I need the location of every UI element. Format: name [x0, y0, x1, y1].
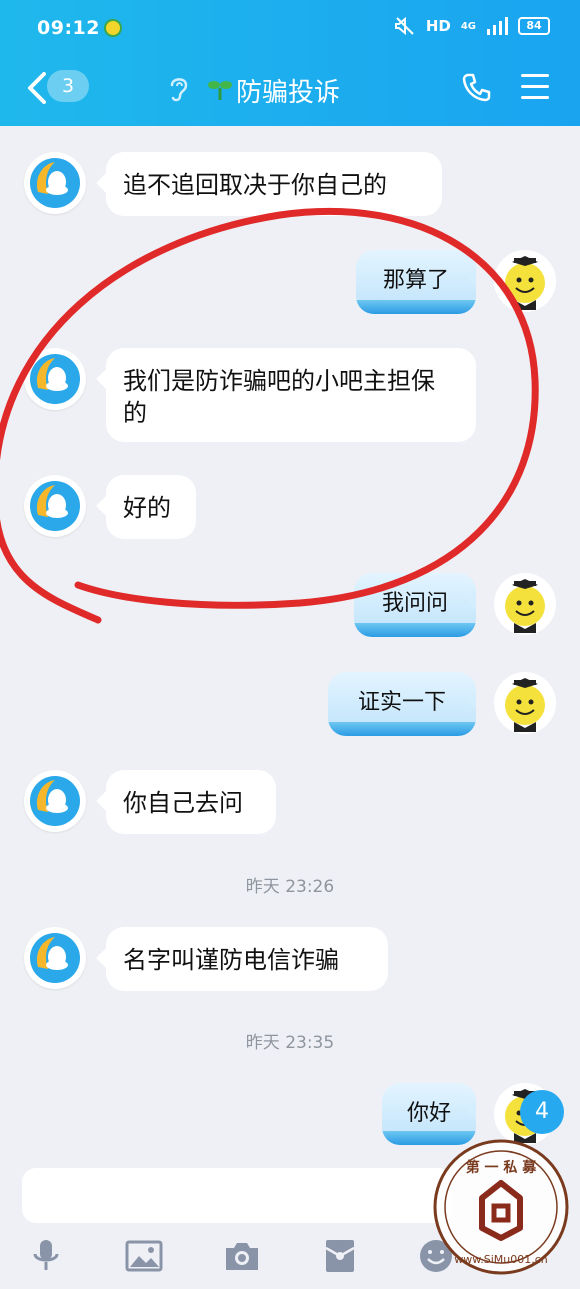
koro-sensei-avatar-icon [505, 678, 545, 732]
message-bubble[interactable]: 追不追回取决于你自己的 [106, 152, 442, 216]
contact-avatar[interactable] [24, 475, 86, 537]
battery-icon: 84 [518, 17, 550, 35]
koro-sensei-avatar-icon [505, 579, 545, 633]
image-icon[interactable] [124, 1236, 164, 1276]
message-bubble[interactable]: 好的 [106, 475, 196, 539]
wave-decoration [328, 722, 476, 736]
message-bubble[interactable]: 证实一下 [328, 672, 476, 736]
red-packet-icon[interactable] [320, 1236, 360, 1276]
menu-icon[interactable] [521, 74, 549, 100]
wave-decoration [354, 623, 476, 637]
signal-icon [487, 17, 508, 35]
message-bubble[interactable]: 我们是防诈骗吧的小吧主担保的 [106, 348, 476, 442]
contact-avatar[interactable] [24, 152, 86, 214]
new-message-badge[interactable]: 4 [520, 1090, 564, 1134]
chat-title: 防骗投诉 [236, 78, 341, 108]
emoji-icon[interactable] [416, 1236, 456, 1276]
qq-avatar-icon [30, 481, 80, 531]
message-text: 我们是防诈骗吧的小吧主担保的 [123, 367, 435, 427]
qq-avatar-icon [30, 933, 80, 983]
message-timestamp: 昨天 23:26 [245, 877, 335, 897]
koro-sensei-avatar-icon [505, 256, 545, 310]
signal-label: 4G [460, 20, 476, 32]
message-text: 名字叫谨防电信诈骗 [123, 946, 339, 974]
contact-avatar[interactable] [24, 770, 86, 832]
my-avatar[interactable] [494, 250, 556, 312]
message-text: 你自己去问 [123, 789, 243, 817]
phone-call-icon[interactable] [462, 72, 492, 102]
back-unread-count[interactable]: 3 [47, 70, 89, 102]
message-text: 证实一下 [357, 690, 446, 715]
ear-icon[interactable] [168, 74, 190, 104]
svg-text:www.SiMu001.cn: www.SiMu001.cn [454, 1253, 548, 1266]
sprout-icon [208, 81, 232, 100]
app-notification-icon [104, 19, 122, 37]
message-bubble[interactable]: 我问问 [354, 573, 476, 637]
message-bubble[interactable]: 你好 [382, 1083, 476, 1145]
network-label: HD [425, 17, 451, 35]
status-bar: 09:12 HD 4G 84 [0, 0, 580, 58]
message-input[interactable] [22, 1168, 452, 1223]
wave-decoration [356, 300, 476, 314]
message-bubble[interactable]: 你自己去问 [106, 770, 276, 834]
status-indicators: HD 4G 84 [394, 16, 550, 36]
message-bubble[interactable]: 名字叫谨防电信诈骗 [106, 927, 388, 991]
chat-header: 09:12 HD 4G 84 3 防骗投诉 [0, 0, 580, 126]
qq-avatar-icon [30, 354, 80, 404]
contact-avatar[interactable] [24, 348, 86, 410]
qq-avatar-icon [30, 776, 80, 826]
svg-text:第 一 私 募: 第 一 私 募 [466, 1159, 538, 1176]
wave-decoration [382, 1131, 476, 1145]
camera-icon[interactable] [222, 1236, 262, 1276]
my-avatar[interactable] [494, 573, 556, 635]
message-text: 追不追回取决于你自己的 [123, 171, 387, 199]
my-avatar[interactable] [494, 672, 556, 734]
message-timestamp: 昨天 23:35 [245, 1033, 335, 1053]
nav-bar: 3 防骗投诉 [0, 58, 580, 126]
contact-avatar[interactable] [24, 927, 86, 989]
mute-icon [394, 16, 414, 36]
message-bubble[interactable]: 那算了 [356, 250, 476, 314]
message-text: 那算了 [382, 268, 449, 293]
qq-avatar-icon [30, 158, 80, 208]
microphone-icon[interactable] [26, 1236, 66, 1276]
message-text: 你好 [406, 1101, 451, 1126]
status-time: 09:12 [37, 17, 100, 39]
message-text: 我问问 [381, 591, 448, 616]
message-text: 好的 [123, 494, 171, 522]
